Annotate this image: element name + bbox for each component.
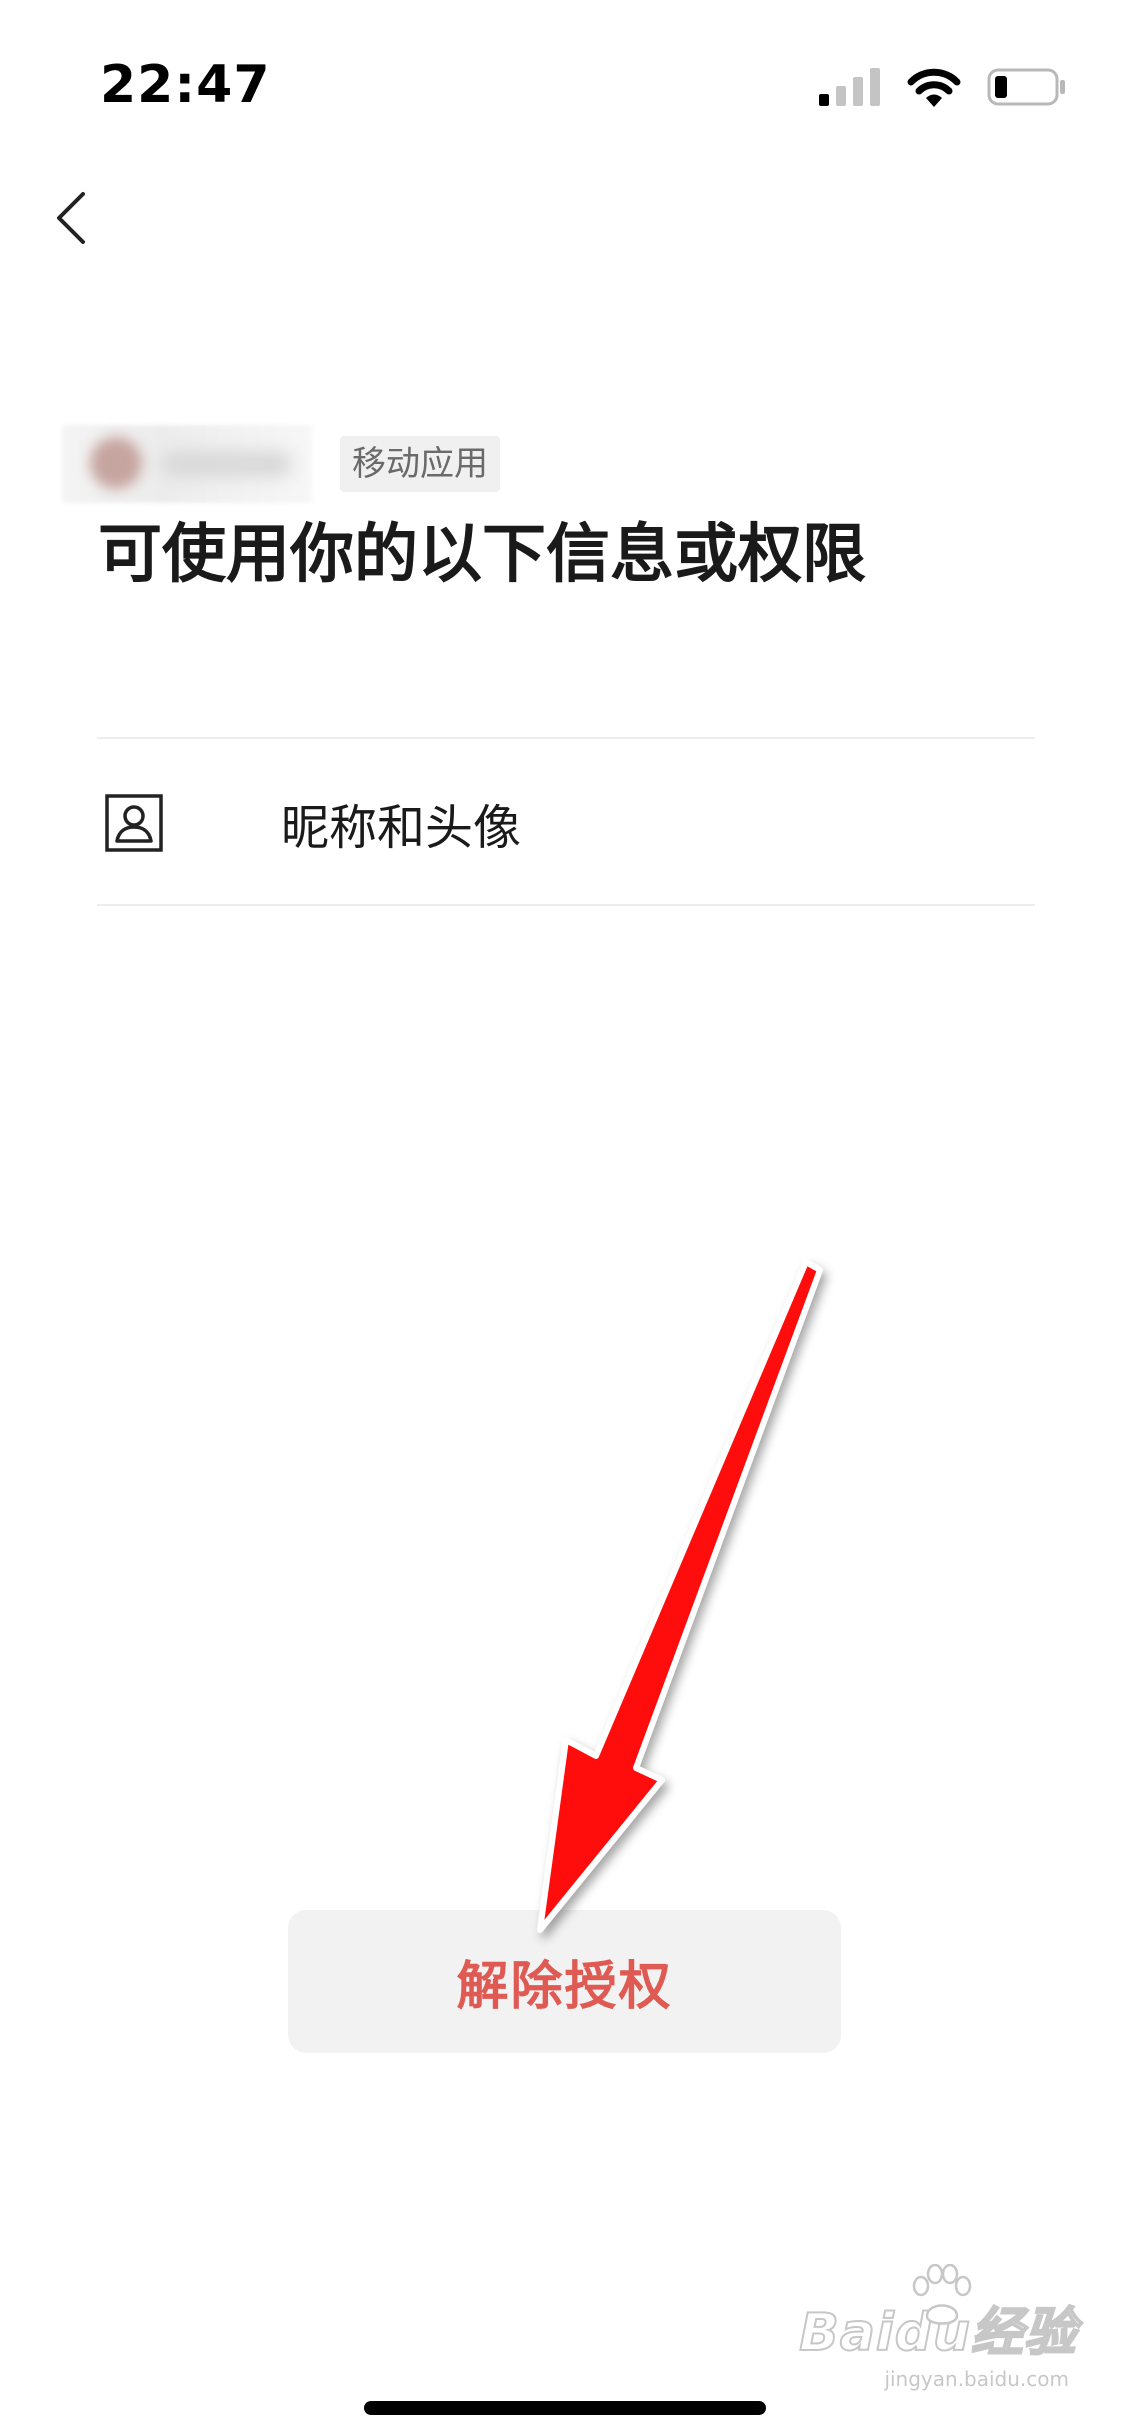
chevron-left-icon (57, 192, 85, 244)
baidu-jingyan-watermark: Baidu经验 jingyan.baidu.com (798, 2264, 1077, 2391)
app-name-blurred (162, 451, 292, 477)
status-time: 22:47 (100, 55, 271, 115)
screen: 22:47 移动应用 可使用你的以下信息或权限 昵称和头像 解除授权 Baidu… (0, 0, 1125, 2436)
watermark-url: jingyan.baidu.com (884, 2367, 1069, 2391)
app-name-redacted (62, 425, 312, 503)
app-avatar-blurred (90, 437, 142, 489)
permission-item: 昵称和头像 (97, 740, 1035, 906)
paw-logo-icon (912, 2264, 972, 2325)
app-type-tag: 移动应用 (340, 436, 500, 492)
divider-bottom (97, 904, 1035, 906)
status-icons (819, 62, 1067, 112)
cellular-signal-icon (819, 68, 880, 106)
wifi-icon (907, 68, 961, 107)
app-info-row: 移动应用 (62, 425, 500, 503)
annotation-arrow (537, 1259, 823, 1933)
home-indicator[interactable] (364, 2401, 766, 2415)
permission-label: 昵称和头像 (281, 800, 522, 856)
revoke-button-label: 解除授权 (456, 1958, 673, 2016)
divider-top (97, 737, 1035, 739)
back-button[interactable] (40, 178, 100, 258)
battery-low-icon (987, 68, 1065, 106)
page-title: 可使用你的以下信息或权限 (98, 518, 866, 592)
profile-card-icon (105, 794, 163, 852)
revoke-button[interactable]: 解除授权 (288, 1910, 841, 2053)
